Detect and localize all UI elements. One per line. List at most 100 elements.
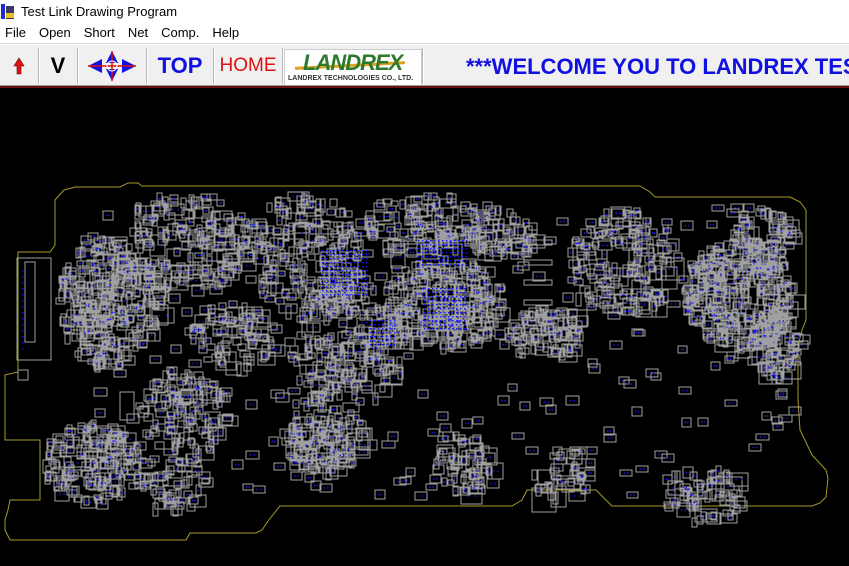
pad [487,296,490,298]
component[interactable] [345,210,353,218]
component[interactable] [342,402,360,413]
component[interactable] [380,377,391,384]
pad [569,349,571,352]
component[interactable] [326,208,336,216]
component[interactable] [329,198,338,208]
pad [334,376,336,378]
pan-button[interactable] [78,48,147,84]
pad [351,462,353,464]
pad [348,274,350,277]
component[interactable] [573,278,584,286]
component[interactable] [245,275,257,284]
component[interactable] [590,295,601,305]
pad [408,213,410,216]
pad [414,278,416,280]
pad [324,352,326,355]
menu-net[interactable]: Net [122,25,155,40]
pad [179,381,181,384]
pcb-board-view[interactable] [0,88,849,566]
top-button[interactable]: TOP [147,48,214,84]
component[interactable] [161,267,172,275]
pad [785,282,787,284]
pad [336,270,339,272]
pad [370,218,372,220]
component[interactable] [668,242,677,252]
component[interactable] [603,270,613,278]
home-button[interactable]: HOME [214,48,283,84]
pad [309,420,311,422]
component[interactable] [235,216,243,226]
v-button[interactable]: V [39,48,78,84]
component[interactable] [575,292,582,307]
pad [646,220,648,222]
component[interactable] [194,252,205,259]
pad [159,198,161,200]
component[interactable] [673,252,683,262]
component[interactable] [278,303,298,314]
component[interactable] [365,210,375,219]
component[interactable] [154,441,165,450]
board-canvas[interactable] [0,88,849,566]
component[interactable] [383,212,393,221]
pad [438,217,440,219]
component[interactable] [386,205,397,213]
component[interactable] [266,202,273,213]
pad [441,258,444,261]
component[interactable] [288,246,298,255]
component[interactable] [792,334,811,345]
pad [792,287,794,289]
pad [323,414,325,417]
component[interactable] [338,319,348,328]
component[interactable] [296,331,306,340]
pad [134,270,136,273]
pad [790,342,792,345]
pad [720,273,722,276]
pad [349,426,351,429]
pad [424,339,426,342]
component[interactable] [275,297,285,305]
component[interactable] [782,275,792,283]
pad [475,267,477,270]
component[interactable] [396,356,403,369]
pad [449,197,451,199]
pad [396,216,398,219]
up-button[interactable] [0,48,39,84]
component[interactable] [597,240,613,251]
pad [110,284,112,287]
pad [241,253,243,256]
component[interactable] [403,352,414,360]
component[interactable] [147,332,156,342]
pad [329,365,332,367]
pad [243,227,245,230]
component[interactable] [82,265,90,275]
component[interactable] [254,234,264,242]
pad [166,213,168,215]
component[interactable] [661,266,678,290]
component[interactable] [585,218,597,227]
component[interactable] [307,253,316,261]
component[interactable] [689,277,699,286]
menu-file[interactable]: File [0,25,33,40]
menu-help[interactable]: Help [206,25,246,40]
pad [283,211,285,214]
component[interactable] [284,337,296,347]
component[interactable] [389,231,399,239]
menu-short[interactable]: Short [78,25,122,40]
component[interactable] [64,333,71,345]
pad [371,347,373,349]
pad [408,355,411,357]
menu-open[interactable]: Open [33,25,78,40]
pad [666,229,668,232]
pad [598,231,600,234]
pad [315,399,317,402]
pad [708,281,711,283]
pad [600,262,602,264]
pad [362,288,364,291]
menu-comp[interactable]: Comp. [155,25,206,40]
component[interactable] [168,212,176,220]
component[interactable] [617,218,624,229]
pad [613,230,615,233]
pad [148,242,150,244]
component[interactable] [146,328,161,342]
pad [257,257,260,260]
